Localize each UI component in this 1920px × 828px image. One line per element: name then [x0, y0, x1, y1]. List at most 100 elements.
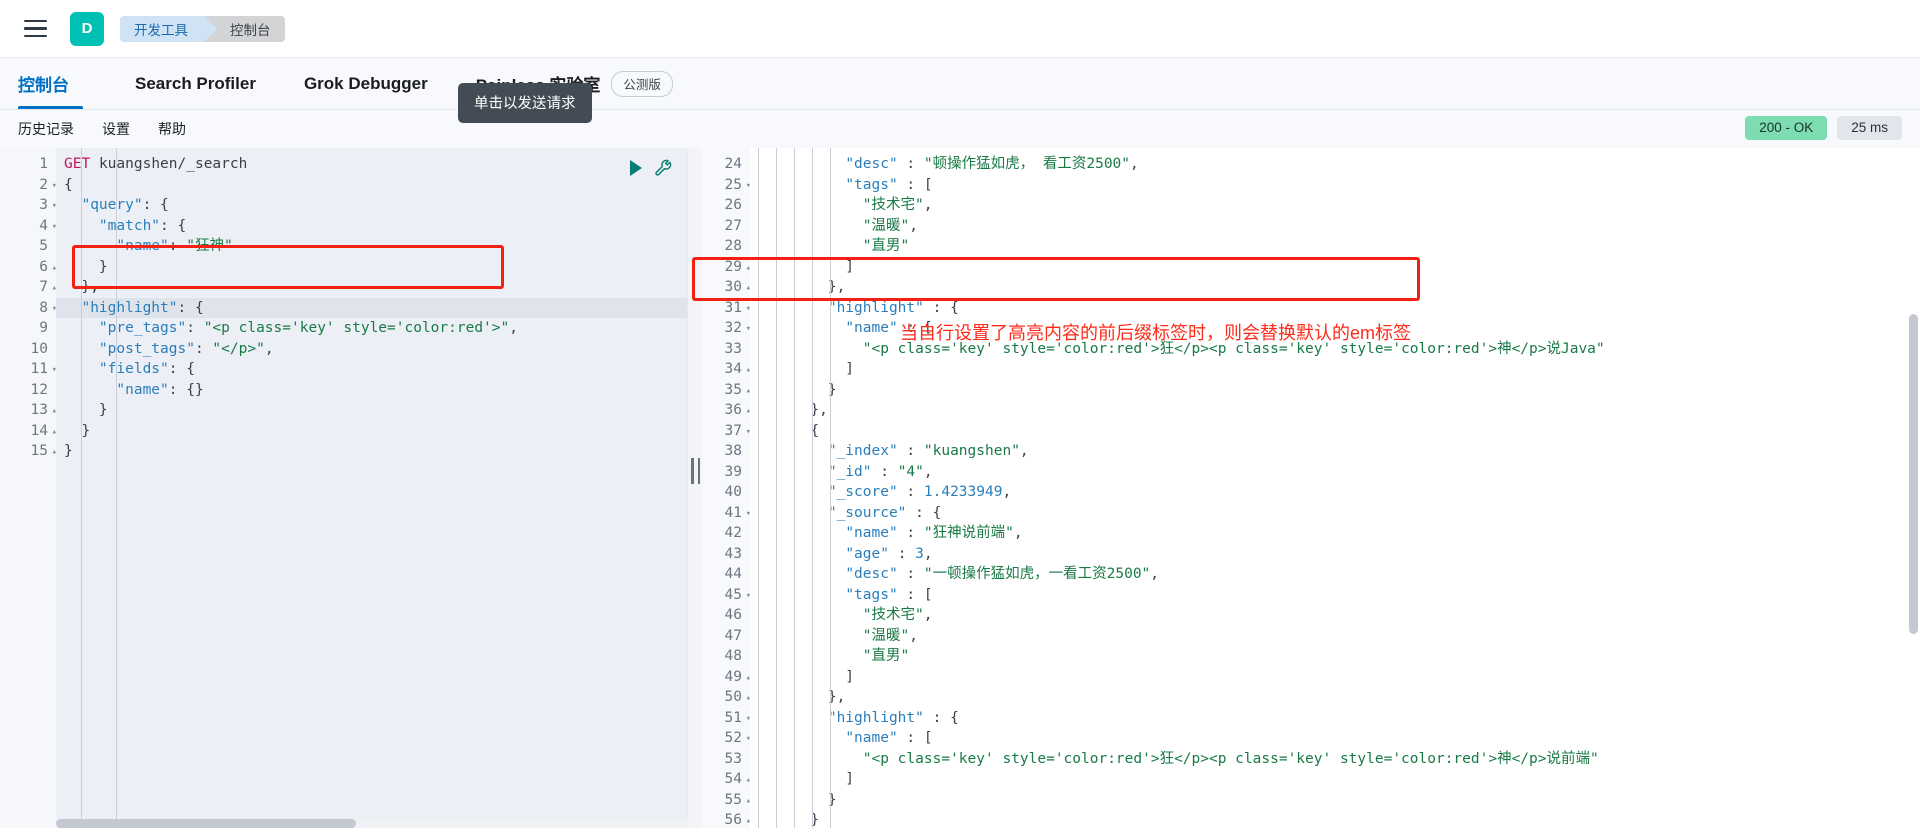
request-editor-pane[interactable]: 1 2 ▾ 3 ▾ 4 ▾ 5 6 ▴ 7 ▴ 8 ▾ 9 10 11 ▾ 12 13 ▴ 14 ▴ 15 ▴ GET kuan… [0, 148, 688, 828]
indent-guide [758, 148, 759, 828]
code-line[interactable]: "fields": { [56, 359, 687, 380]
play-icon[interactable] [630, 159, 642, 176]
code-line[interactable]: "name": "狂神" [56, 236, 687, 257]
code-line[interactable]: "<p class='key' style='color:red'>狂</p><… [750, 749, 1920, 770]
wrench-icon[interactable] [654, 158, 673, 177]
console-toolbar: 历史记录 设置 帮助 200 - OK 25 ms [0, 110, 1920, 148]
code-line[interactable]: } [750, 380, 1920, 401]
line-number: 1 [39, 156, 48, 172]
code-line[interactable]: { [750, 421, 1920, 442]
console-panes: 1 2 ▾ 3 ▾ 4 ▾ 5 6 ▴ 7 ▴ 8 ▾ 9 10 11 ▾ 12 13 ▴ 14 ▴ 15 ▴ GET kuan… [0, 148, 1920, 828]
toolbar-item-settings[interactable]: 设置 [102, 119, 130, 139]
annotation-note: 当自行设置了高亮内容的前后缀标签时，则会替换默认的em标签 [900, 323, 1412, 343]
code-line[interactable]: }, [750, 400, 1920, 421]
line-number: 8 ▾ [0, 298, 57, 319]
code-line[interactable]: "highlight" : { [750, 708, 1920, 729]
splitter-grip[interactable] [691, 458, 700, 484]
code-line[interactable]: "name" : [ [750, 728, 1920, 749]
code-line[interactable]: ] [750, 769, 1920, 790]
indent-guide [830, 148, 831, 828]
response-code-area[interactable]: "desc" : "顿操作猛如虎， 看工资2500", "tags" : [ "… [750, 148, 1920, 828]
duration-badge: 25 ms [1837, 116, 1902, 140]
code-line[interactable]: "_index" : "kuangshen", [750, 441, 1920, 462]
line-number: 2 ▾ [0, 175, 57, 196]
code-line[interactable]: "age" : 3, [750, 544, 1920, 565]
line-number: 14 ▴ [0, 421, 57, 442]
tab-search-profiler-label: Search Profiler [135, 73, 256, 93]
code-line[interactable]: "技术宅", [750, 195, 1920, 216]
code-line[interactable]: }, [750, 277, 1920, 298]
code-line[interactable]: ] [750, 667, 1920, 688]
line-number: 7 ▴ [0, 277, 57, 298]
tab-console[interactable]: 控制台 [18, 58, 93, 109]
app-logo-badge[interactable]: D [70, 11, 104, 46]
code-line[interactable]: } [750, 790, 1920, 811]
scrollbar-thumb[interactable] [56, 819, 356, 828]
indent-guide [116, 148, 117, 828]
response-viewer-pane[interactable]: 24 25 ▾ 26 27 28 29 ▴ 30 ▴ 31 ▾ 32 ▾ 33 34 ▴ 35 ▴ 36 ▴ 37 ▾ 38 3… [688, 148, 1920, 828]
toolbar-item-help[interactable]: 帮助 [158, 119, 186, 139]
line-number: 4 ▾ [0, 216, 57, 237]
scrollbar-thumb[interactable] [1909, 314, 1918, 634]
code-line[interactable]: "match": { [56, 216, 687, 237]
code-line[interactable]: } [750, 810, 1920, 828]
breadcrumb-item-devtools[interactable]: 开发工具 [120, 15, 217, 42]
code-line[interactable]: "_score" : 1.4233949, [750, 482, 1920, 503]
line-number: 3 ▾ [0, 195, 57, 216]
line-number: 11 ▾ [0, 359, 57, 380]
request-horizontal-scrollbar[interactable] [56, 819, 688, 828]
code-line[interactable]: ] [750, 257, 1920, 278]
breadcrumb: 开发工具 控制台 [120, 15, 285, 42]
tab-console-label: 控制台 [18, 76, 69, 95]
line-number: 12 [30, 381, 48, 398]
code-line[interactable]: GET kuangshen/_search [56, 154, 687, 175]
code-line[interactable]: ] [750, 359, 1920, 380]
request-line-numbers: 1 2 ▾ 3 ▾ 4 ▾ 5 6 ▴ 7 ▴ 8 ▾ 9 10 11 ▾ 12 13 ▴ 14 ▴ 15 ▴ [0, 148, 57, 828]
code-line[interactable]: { [56, 175, 687, 196]
code-line[interactable]: "技术宅", [750, 605, 1920, 626]
code-line[interactable]: "温暖", [750, 216, 1920, 237]
request-code-area[interactable]: GET kuangshen/_search{ "query": { "match… [56, 148, 687, 828]
response-vertical-scrollbar[interactable] [1909, 154, 1918, 794]
code-line[interactable]: } [56, 400, 687, 421]
code-line[interactable]: "温暖", [750, 626, 1920, 647]
code-line[interactable]: } [56, 441, 687, 462]
line-number: 6 ▴ [0, 257, 57, 278]
code-line[interactable]: "highlight" : { [750, 298, 1920, 319]
send-request-tooltip: 单击以发送请求 [458, 83, 592, 123]
indent-guide [776, 148, 777, 828]
code-line[interactable]: "tags" : [ [750, 175, 1920, 196]
tab-search-profiler[interactable]: Search Profiler [111, 58, 280, 109]
line-number: 9 [39, 320, 48, 336]
code-line[interactable]: "query": { [56, 195, 687, 216]
code-line[interactable]: "desc" : "一顿操作猛如虎，一看工资2500", [750, 564, 1920, 585]
hamburger-icon[interactable] [18, 12, 52, 46]
response-viewer-body: 24 25 ▾ 26 27 28 29 ▴ 30 ▴ 31 ▾ 32 ▾ 33 34 ▴ 35 ▴ 36 ▴ 37 ▾ 38 3… [688, 148, 1920, 828]
request-editor-body: 1 2 ▾ 3 ▾ 4 ▾ 5 6 ▴ 7 ▴ 8 ▾ 9 10 11 ▾ 12 13 ▴ 14 ▴ 15 ▴ GET kuan… [0, 148, 687, 828]
code-line[interactable]: "直男" [750, 646, 1920, 667]
beta-badge: 公测版 [611, 70, 673, 97]
code-line[interactable]: "name" : "狂神说前端", [750, 523, 1920, 544]
code-line[interactable]: } [56, 421, 687, 442]
pane-splitter[interactable] [688, 148, 702, 828]
code-line[interactable]: }, [750, 687, 1920, 708]
tab-grok-debugger[interactable]: Grok Debugger [280, 58, 452, 109]
code-line[interactable]: "desc" : "顿操作猛如虎， 看工资2500", [750, 154, 1920, 175]
code-line[interactable]: "_id" : "4", [750, 462, 1920, 483]
code-line[interactable]: "post_tags": "</p>", [56, 339, 687, 360]
code-line[interactable]: "pre_tags": "<p class='key' style='color… [56, 318, 687, 339]
primary-tab-bar: 控制台 Search Profiler Grok Debugger Painle… [0, 58, 1920, 110]
code-line[interactable]: "直男" [750, 236, 1920, 257]
code-line[interactable]: }, [56, 277, 687, 298]
indent-guide [812, 148, 813, 828]
code-line[interactable]: "name": {} [56, 380, 687, 401]
response-status-group: 200 - OK 25 ms [1745, 116, 1902, 140]
indent-guide [794, 148, 795, 828]
code-line[interactable]: "highlight": { [56, 297, 687, 318]
line-number: 13 ▴ [0, 400, 57, 421]
code-line[interactable]: "_source" : { [750, 503, 1920, 524]
status-badge: 200 - OK [1745, 116, 1828, 140]
code-line[interactable]: "tags" : [ [750, 585, 1920, 606]
code-line[interactable]: } [56, 257, 687, 278]
toolbar-item-history[interactable]: 历史记录 [18, 119, 74, 139]
